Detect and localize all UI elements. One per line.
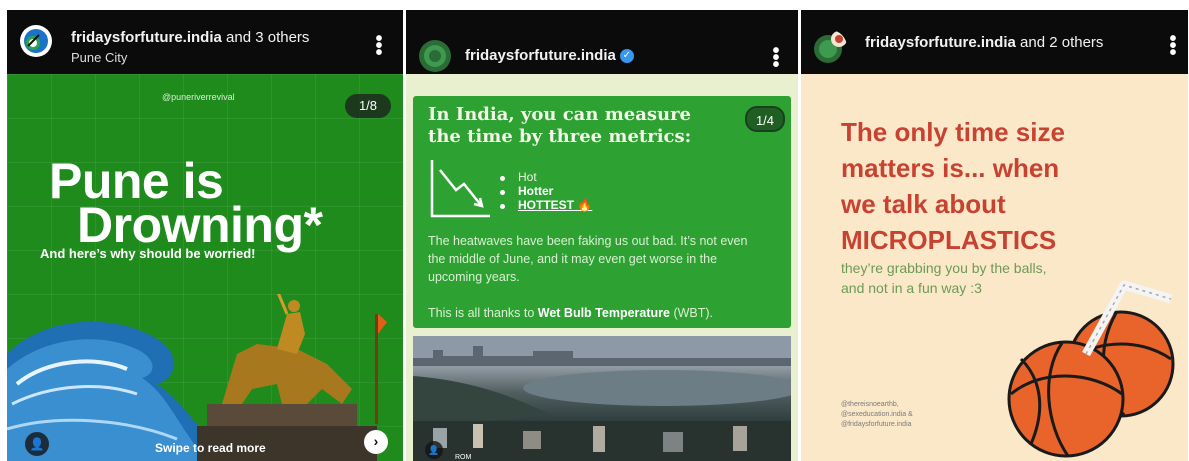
trend-down-chart-icon xyxy=(430,160,490,218)
title-line: The only time size xyxy=(841,117,1065,147)
slide-heading: In India, you can measure the time by th… xyxy=(428,104,692,147)
wbt-suffix: (WBT). xyxy=(669,306,714,320)
post-username[interactable]: fridaysforfuture.india and 3 others xyxy=(71,29,309,46)
title-line: matters is... when xyxy=(841,153,1060,183)
title-line: MICROPLASTICS xyxy=(841,225,1057,255)
credit-line: @sexeducation.india & xyxy=(841,411,913,418)
wave-and-statue-illustration xyxy=(7,294,387,461)
info-card: In India, you can measure the time by th… xyxy=(413,96,791,328)
post-username[interactable]: fridaysforfuture.india and 2 others xyxy=(865,34,1103,51)
swipe-hint: Swipe to read more xyxy=(155,441,266,455)
verified-badge-icon: ✓ xyxy=(619,49,634,64)
username-text[interactable]: fridaysforfuture.india xyxy=(865,34,1016,51)
wbt-line: This is all thanks to Wet Bulb Temperatu… xyxy=(428,304,768,322)
city-photo: 👤 ROM xyxy=(413,336,791,461)
post-microplastics: fridaysforfuture.india and 2 others • • • … xyxy=(801,10,1188,461)
wbt-prefix: This is all thanks to xyxy=(428,306,538,320)
slide-counter: 1/8 xyxy=(345,94,391,118)
bullet xyxy=(500,176,505,181)
bullet xyxy=(500,190,505,195)
more-vertical-icon[interactable]: • • • xyxy=(772,41,780,75)
post-header: fridaysforfuture.india and 3 others Pune… xyxy=(7,10,403,74)
slide-title: The only time size matters is... when we… xyxy=(841,114,1161,258)
wbt-term: Wet Bulb Temperature xyxy=(537,306,670,320)
metric-hottest: HOTTEST 🔥 xyxy=(518,198,592,212)
post-header: fridaysforfuture.india ✓ • • • xyxy=(406,10,798,75)
more-vertical-icon[interactable]: • • • xyxy=(1169,29,1177,63)
city-skyline-image xyxy=(413,336,791,461)
metric-hottest-text: HOTTEST xyxy=(518,198,574,212)
more-vertical-icon[interactable]: • • • xyxy=(375,29,383,63)
credit-line: @fridaysforfuture.india xyxy=(841,421,912,428)
post-india-heat: fridaysforfuture.india ✓ • • • In India, yo… xyxy=(406,10,798,461)
post-slide[interactable]: The only time size matters is... when we… xyxy=(801,74,1188,461)
profile-avatar-icon[interactable] xyxy=(19,24,53,58)
slide-credits: @thereisnoearthb, @sexeducation.india & … xyxy=(841,400,913,430)
username-text[interactable]: fridaysforfuture.india xyxy=(465,47,616,64)
instagram-feed-screenshots: fridaysforfuture.india and 3 others Pune… xyxy=(0,0,1189,461)
slide-counter: 1/4 xyxy=(745,106,785,132)
user-tag-icon[interactable]: 👤 xyxy=(425,441,443,459)
slide-handle: @puneriverrevival xyxy=(162,92,235,102)
post-slide[interactable]: In India, you can measure the time by th… xyxy=(406,74,798,461)
slide-title-line2: Drowning* xyxy=(77,197,323,253)
post-slide[interactable]: @puneriverrevival 1/8 Pune is Drowning* … xyxy=(7,74,403,461)
next-arrow-icon[interactable]: › xyxy=(364,430,388,454)
username-text[interactable]: fridaysforfuture.india xyxy=(71,29,222,46)
slide-paragraph: The heatwaves have been faking us out ba… xyxy=(428,234,748,284)
post-username[interactable]: fridaysforfuture.india ✓ xyxy=(465,47,634,64)
collab-suffix: and 2 others xyxy=(1015,34,1104,51)
slide-subtitle: And here’s why should be worried! xyxy=(40,246,256,261)
collab-suffix: and 3 others xyxy=(221,29,310,46)
post-location[interactable]: Pune City xyxy=(71,50,127,65)
photo-credit: ROM xyxy=(455,454,472,461)
profile-avatar-icon[interactable] xyxy=(418,39,452,73)
post-pune: fridaysforfuture.india and 3 others Pune… xyxy=(7,10,403,461)
metric-hotter: Hotter xyxy=(518,184,554,198)
user-tag-icon[interactable]: 👤 xyxy=(25,432,49,456)
profile-avatar-icon[interactable] xyxy=(813,30,847,64)
bullet xyxy=(500,204,505,209)
fire-icon: 🔥 xyxy=(577,198,593,212)
title-line: we talk about xyxy=(841,189,1006,219)
metric-hot: Hot xyxy=(518,170,537,184)
credit-line: @thereisnoearthb, xyxy=(841,401,899,408)
post-header: fridaysforfuture.india and 2 others • • • xyxy=(801,10,1188,74)
basketballs-illustration xyxy=(1007,280,1175,458)
